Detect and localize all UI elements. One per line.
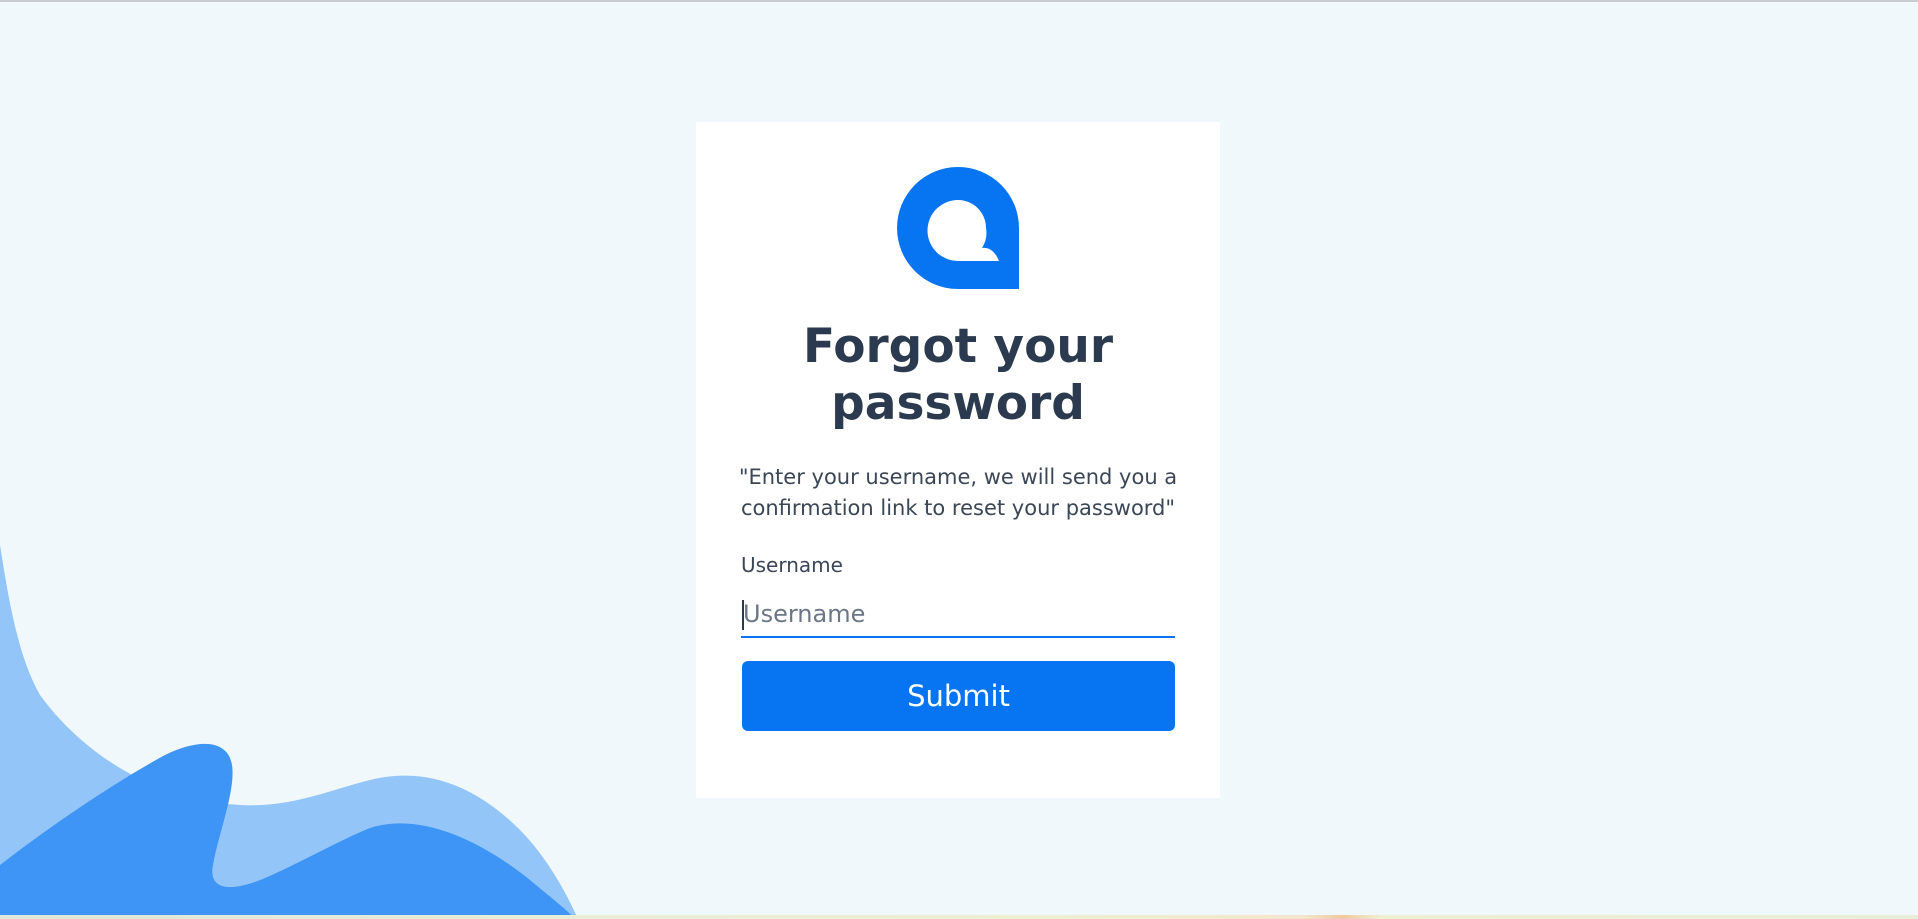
page-description: "Enter your username, we will send you a… xyxy=(736,462,1180,524)
submit-button[interactable]: Submit xyxy=(742,661,1175,731)
page-title-line-2: password xyxy=(831,376,1085,431)
wave-dark xyxy=(0,743,575,919)
brand-logo-icon xyxy=(897,167,1019,289)
username-input[interactable] xyxy=(741,592,1175,638)
username-label: Username xyxy=(741,553,843,577)
bottom-strip xyxy=(0,915,1918,919)
text-cursor xyxy=(742,600,744,630)
description-line-1: "Enter your username, we will send you a xyxy=(738,465,1178,489)
forgot-password-card: Forgot your password "Enter your usernam… xyxy=(696,122,1220,798)
top-divider xyxy=(0,0,1918,2)
wave-light xyxy=(0,545,578,919)
description-line-2: confirmation link to reset your password… xyxy=(740,496,1176,520)
page-title: Forgot your password xyxy=(696,318,1220,432)
page-title-line-1: Forgot your xyxy=(803,319,1113,374)
